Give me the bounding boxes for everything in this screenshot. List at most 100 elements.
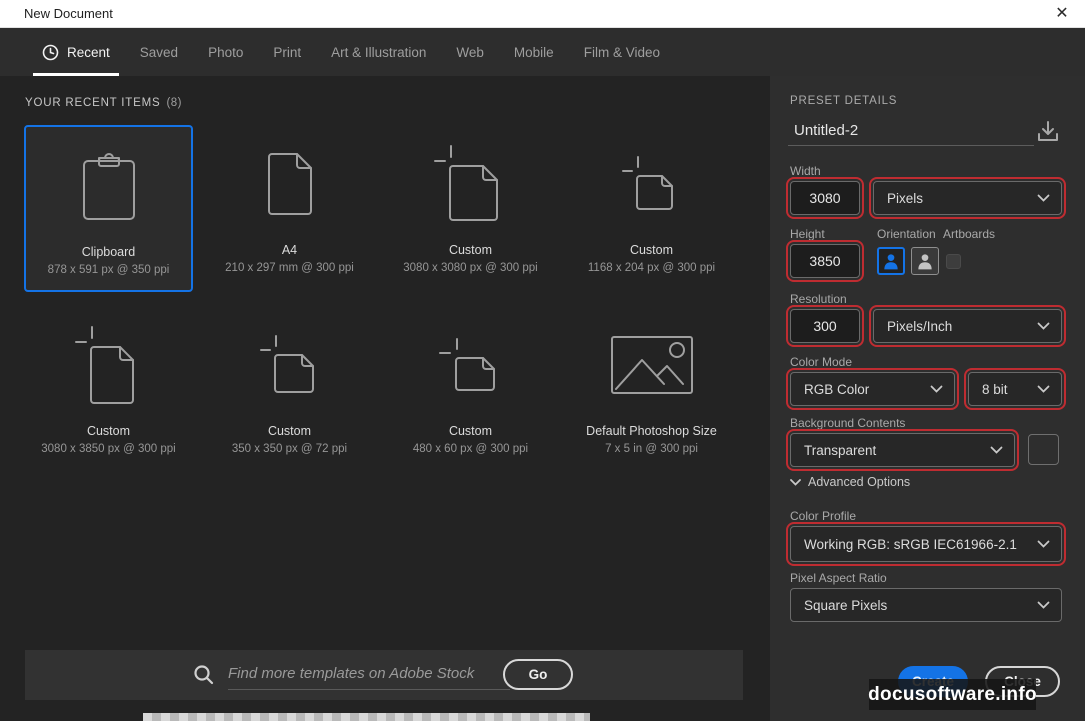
chevron-down-icon: [790, 479, 801, 486]
preset-card-spec: 7 x 5 in @ 300 ppi: [605, 443, 698, 455]
resolution-unit-dropdown[interactable]: Pixels/Inch: [873, 309, 1062, 343]
color-profile-dropdown[interactable]: Working RGB: sRGB IEC61966-2.1: [790, 526, 1062, 562]
preset-details-heading: PRESET DETAILS: [790, 95, 897, 107]
color-mode-label: Color Mode: [790, 355, 852, 369]
chevron-down-icon: [1037, 385, 1050, 393]
section-heading-text: YOUR RECENT ITEMS: [25, 97, 160, 109]
background-color-swatch[interactable]: [1028, 434, 1059, 465]
preset-card-name: Custom: [630, 243, 673, 257]
portrait-icon: [881, 251, 901, 271]
search-input[interactable]: [228, 658, 510, 690]
tab-saved[interactable]: Saved: [125, 28, 193, 76]
background-contents-dropdown[interactable]: Transparent: [790, 433, 1015, 467]
artboards-checkbox[interactable]: [946, 254, 961, 269]
close-icon[interactable]: ✕: [1051, 3, 1073, 25]
landscape-icon: [915, 251, 935, 271]
preset-card-spec: 480 x 60 px @ 300 ppi: [413, 443, 528, 455]
preset-card-custom-5[interactable]: Custom 480 x 60 px @ 300 ppi: [386, 306, 555, 473]
dialog-title: New Document: [24, 6, 113, 21]
background-contents-value: Transparent: [791, 443, 876, 458]
clipboard-icon: [79, 148, 139, 224]
preset-card-name: Custom: [449, 424, 492, 438]
preset-card-default-photoshop-size[interactable]: Default Photoshop Size 7 x 5 in @ 300 pp…: [567, 306, 736, 473]
chevron-down-icon: [1037, 601, 1050, 609]
custom-document-icon: [621, 155, 683, 213]
save-preset-icon[interactable]: [1036, 120, 1060, 144]
resolution-field[interactable]: [790, 309, 860, 343]
advanced-options-label: Advanced Options: [808, 475, 910, 489]
color-profile-value: Working RGB: sRGB IEC61966-2.1: [791, 537, 1017, 552]
custom-document-icon: [438, 337, 504, 393]
tab-label: Photo: [208, 45, 243, 60]
tab-art-illustration[interactable]: Art & Illustration: [316, 28, 441, 76]
advanced-options-toggle[interactable]: Advanced Options: [790, 475, 910, 489]
title-bar: New Document ✕: [0, 0, 1085, 28]
color-mode-dropdown[interactable]: RGB Color: [790, 372, 955, 406]
background-window-edge: [143, 713, 590, 721]
pixel-aspect-ratio-value: Square Pixels: [791, 598, 887, 613]
document-name-field[interactable]: [788, 116, 1034, 146]
preset-card-spec: 3080 x 3080 px @ 300 ppi: [403, 262, 537, 274]
go-button[interactable]: Go: [503, 659, 573, 690]
section-heading-count: (8): [166, 97, 182, 109]
pixel-aspect-ratio-dropdown[interactable]: Square Pixels: [790, 588, 1062, 622]
preset-card-spec: 350 x 350 px @ 72 ppi: [232, 443, 347, 455]
preset-card-spec: 878 x 591 px @ 350 ppi: [48, 264, 170, 276]
preset-card-spec: 1168 x 204 px @ 300 ppi: [588, 262, 715, 274]
height-field[interactable]: [790, 244, 860, 278]
preset-card-custom-1[interactable]: Custom 3080 x 3080 px @ 300 ppi: [386, 125, 555, 292]
custom-document-icon: [433, 144, 509, 224]
tab-label: Mobile: [514, 45, 554, 60]
artboards-label: Artboards: [943, 227, 995, 241]
category-tabs: Recent Saved Photo Print Art & Illustrat…: [0, 28, 1085, 76]
chevron-down-icon: [1037, 540, 1050, 548]
adobe-stock-search-bar: Go: [25, 650, 743, 700]
tab-label: Art & Illustration: [331, 45, 426, 60]
tab-label: Recent: [67, 45, 110, 60]
tab-web[interactable]: Web: [441, 28, 499, 76]
preset-card-custom-3[interactable]: Custom 3080 x 3850 px @ 300 ppi: [24, 306, 193, 473]
preset-card-custom-4[interactable]: Custom 350 x 350 px @ 72 ppi: [205, 306, 374, 473]
tab-mobile[interactable]: Mobile: [499, 28, 569, 76]
tab-film-video[interactable]: Film & Video: [569, 28, 675, 76]
tab-label: Web: [456, 45, 484, 60]
pixel-aspect-ratio-label: Pixel Aspect Ratio: [790, 571, 887, 585]
tab-label: Film & Video: [584, 45, 660, 60]
preset-card-name: A4: [282, 243, 297, 257]
custom-document-icon: [259, 334, 321, 396]
preset-details-panel: PRESET DETAILS Width Pixels Height Orien…: [770, 76, 1085, 721]
preset-card-name: Custom: [449, 243, 492, 257]
bit-depth-dropdown[interactable]: 8 bit: [968, 372, 1062, 406]
orientation-landscape-button[interactable]: [911, 247, 939, 275]
preset-card-a4[interactable]: A4 210 x 297 mm @ 300 ppi: [205, 125, 374, 292]
document-icon: [266, 151, 314, 217]
bit-depth-value: 8 bit: [969, 382, 1008, 397]
new-document-dialog: New Document ✕ Recent Saved Photo Print …: [0, 0, 1085, 721]
custom-document-icon: [74, 325, 144, 405]
preset-card-name: Custom: [87, 424, 130, 438]
width-unit-value: Pixels: [874, 191, 923, 206]
chevron-down-icon: [1037, 322, 1050, 330]
chevron-down-icon: [1037, 194, 1050, 202]
section-heading: YOUR RECENT ITEMS (8): [25, 97, 182, 109]
clock-icon: [42, 44, 59, 61]
tab-label: Saved: [140, 45, 178, 60]
chevron-down-icon: [930, 385, 943, 393]
preset-card-custom-2[interactable]: Custom 1168 x 204 px @ 300 ppi: [567, 125, 736, 292]
tab-photo[interactable]: Photo: [193, 28, 258, 76]
preset-card-spec: 3080 x 3850 px @ 300 ppi: [41, 443, 175, 455]
preset-card-clipboard[interactable]: Clipboard 878 x 591 px @ 350 ppi: [24, 125, 193, 292]
image-icon: [609, 334, 695, 396]
width-label: Width: [790, 164, 821, 178]
width-field[interactable]: [790, 181, 860, 215]
watermark-text: docusoftware.info: [868, 684, 1037, 706]
tab-print[interactable]: Print: [258, 28, 316, 76]
background-contents-label: Background Contents: [790, 416, 905, 430]
color-mode-value: RGB Color: [791, 382, 869, 397]
width-unit-dropdown[interactable]: Pixels: [873, 181, 1062, 215]
recent-items-section: YOUR RECENT ITEMS (8) Clipboard 878 x 591…: [0, 76, 770, 721]
tab-label: Print: [273, 45, 301, 60]
orientation-portrait-button[interactable]: [877, 247, 905, 275]
preset-card-name: Clipboard: [82, 245, 136, 259]
tab-recent[interactable]: Recent: [27, 28, 125, 76]
